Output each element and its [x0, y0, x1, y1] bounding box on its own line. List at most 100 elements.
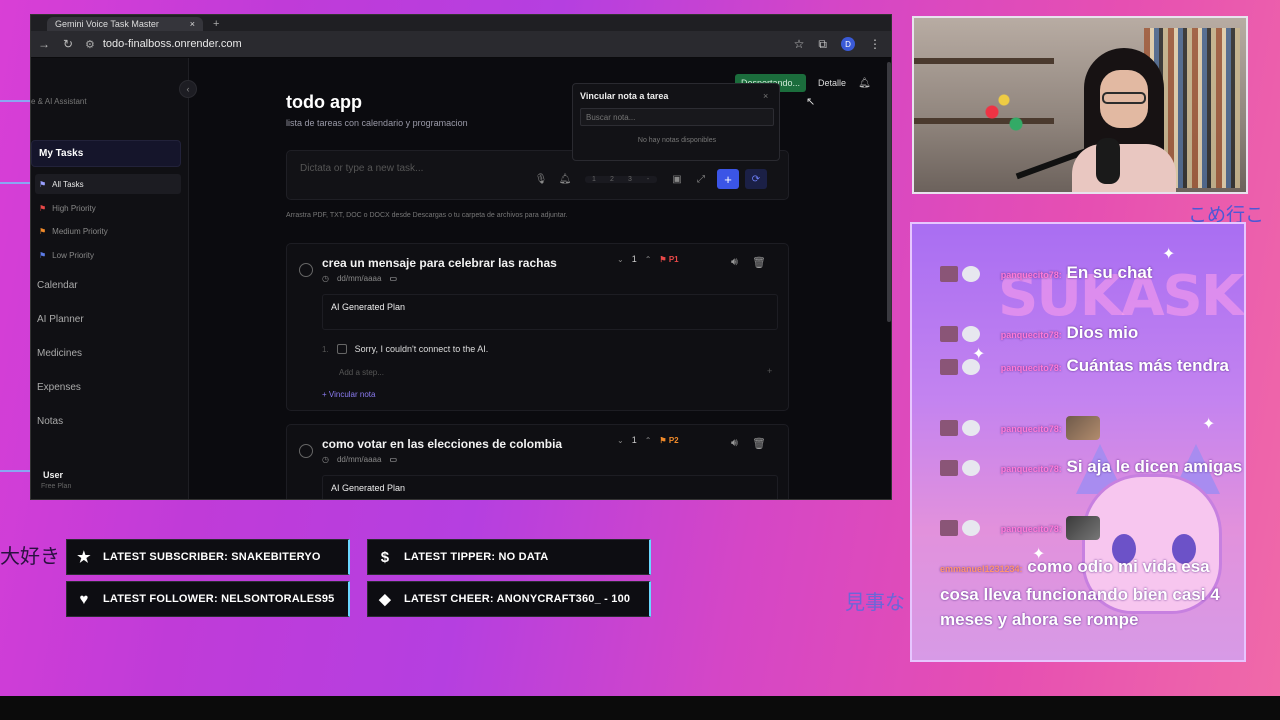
add-task-button[interactable]: +: [717, 169, 739, 189]
priority-selector[interactable]: 1 2 3 -: [585, 175, 657, 183]
trash-icon[interactable]: 🗑︎: [752, 256, 766, 269]
count-stepper[interactable]: ⌄ 1 ⌃ ⚑ P1: [617, 254, 679, 264]
chevron-up-icon[interactable]: ⌃: [645, 255, 652, 264]
task-card: crea un mensaje para celebrar las rachas…: [286, 243, 789, 411]
toys-image: [974, 88, 1034, 148]
filter-low-priority[interactable]: ⚑ Low Priority: [35, 245, 181, 265]
filter-label: Low Priority: [52, 250, 94, 260]
user-profile[interactable]: User Free Plan: [31, 470, 71, 490]
new-task-input[interactable]: Dictata or type a new task...: [300, 163, 423, 174]
calendar-icon[interactable]: ▭: [389, 274, 397, 283]
link-note-button[interactable]: + Vincular nota: [322, 390, 375, 399]
chevron-up-icon[interactable]: ⌃: [645, 436, 652, 445]
speaker-icon[interactable]: 🔊︎: [731, 437, 738, 450]
browser-window: Gemini Voice Task Master × + → ↻ ⚙ todo-…: [30, 14, 892, 500]
new-tab-icon[interactable]: +: [213, 17, 219, 31]
ai-plan-box: AI Generated Plan: [322, 294, 778, 330]
tab-close-icon[interactable]: ×: [190, 19, 195, 29]
priority-badge[interactable]: ⚑ P2: [659, 436, 678, 445]
sidebar-item-medicines[interactable]: Medicines: [37, 348, 82, 359]
priority-badge[interactable]: ⚑ P1: [659, 255, 678, 264]
filter-high-priority[interactable]: ⚑ High Priority: [35, 198, 181, 218]
mouse-cursor-icon: ↖: [806, 96, 816, 108]
complete-task-checkbox[interactable]: [299, 263, 313, 277]
site-info-icon[interactable]: ⚙: [85, 38, 95, 51]
filter-medium-priority[interactable]: ⚑ Medium Priority: [35, 221, 181, 241]
detail-button[interactable]: Detalle: [818, 78, 846, 88]
reload-icon[interactable]: ↻: [61, 37, 75, 51]
task-card: como votar en las elecciones de colombia…: [286, 424, 789, 499]
task-title[interactable]: crea un mensaje para celebrar las rachas: [322, 256, 557, 270]
bell-icon[interactable]: 🔔︎: [858, 78, 871, 89]
add-step-input[interactable]: Add a step...: [339, 368, 384, 377]
overlay-japanese-text-left: 大好き: [0, 544, 60, 568]
date-placeholder: dd/mm/aaaa: [336, 455, 382, 464]
complete-task-checkbox[interactable]: [299, 444, 313, 458]
due-date-field[interactable]: ◷ dd/mm/aaaa ▭: [322, 274, 397, 283]
task-title[interactable]: como votar en las elecciones de colombia: [322, 437, 562, 451]
link-note-popover: Vincular nota a tarea × No hay notas dis…: [572, 83, 780, 161]
sidebar-item-my-tasks[interactable]: My Tasks: [31, 140, 181, 167]
latest-cheer-alert: ◆ LATEST CHEER: ANONYCRAFT360_ - 100: [367, 581, 651, 617]
date-placeholder: dd/mm/aaaa: [336, 274, 382, 283]
alert-text: LATEST CHEER: ANONYCRAFT360_ - 100: [404, 593, 631, 605]
add-step-plus-icon[interactable]: +: [767, 366, 772, 376]
flag-icon: ⚑: [39, 179, 47, 189]
filter-all-tasks[interactable]: ⚑ All Tasks: [35, 174, 181, 194]
chat-username: panquecito78:: [1000, 330, 1062, 340]
chevron-down-icon[interactable]: ⌄: [617, 255, 624, 264]
flag-icon: ⚑: [39, 250, 47, 260]
sidebar-item-calendar[interactable]: Calendar: [37, 280, 78, 291]
due-date-field[interactable]: ◷ dd/mm/aaaa ▭: [322, 455, 397, 464]
count-stepper[interactable]: ⌄ 1 ⌃ ⚑ P2: [617, 435, 679, 445]
flag-icon: ⚑: [39, 203, 47, 213]
url-text: todo-finalboss.onrender.com: [102, 38, 242, 50]
sidebar-item-ai-planner[interactable]: AI Planner: [37, 314, 84, 325]
speaker-icon[interactable]: 🔊︎: [731, 256, 738, 269]
priority-option[interactable]: 2: [603, 176, 621, 183]
chat-emote: [1066, 515, 1101, 540]
chat-message: panquecito78: Si aja le dicen amigas: [940, 454, 1244, 482]
sidebar-item-expenses[interactable]: Expenses: [37, 382, 81, 393]
sidebar-item-notas[interactable]: Notas: [37, 416, 63, 427]
chat-message: panquecito78:: [940, 414, 1244, 442]
note-search-input[interactable]: [580, 108, 774, 126]
filter-label: All Tasks: [52, 179, 84, 189]
shelf-image: [914, 58, 1054, 64]
mic-off-icon[interactable]: 🎙︎: [529, 174, 553, 185]
chat-username: panquecito78:: [1000, 524, 1062, 534]
close-icon[interactable]: ×: [763, 91, 768, 101]
heart-icon: ♥: [79, 590, 89, 608]
filter-label: Medium Priority: [52, 226, 108, 236]
alert-text: LATEST FOLLOWER: NELSONTORALES95: [103, 593, 335, 605]
user-badges: [940, 419, 984, 437]
chat-message: emmanuel1231234: como odio mi vida esa c…: [940, 554, 1244, 632]
sync-icon[interactable]: ⟳: [745, 169, 767, 189]
expand-icon[interactable]: ⤢: [689, 174, 713, 185]
reminder-bell-icon[interactable]: 🔔︎: [553, 174, 577, 185]
priority-option[interactable]: -: [639, 176, 657, 183]
url-field[interactable]: ⚙ todo-finalboss.onrender.com: [85, 38, 784, 51]
priority-option[interactable]: 3: [621, 176, 639, 183]
chat-username: emmanuel1231234:: [940, 564, 1023, 574]
calendar-icon[interactable]: ▭: [389, 455, 397, 464]
chevron-down-icon[interactable]: ⌄: [617, 436, 624, 445]
step-text: Sorry, I couldn't connect to the AI.: [354, 344, 489, 354]
attach-icon[interactable]: ▣: [665, 174, 689, 185]
chat-username: panquecito78:: [1000, 424, 1062, 434]
dollar-icon: $: [380, 548, 390, 566]
collapse-sidebar-icon[interactable]: ‹: [179, 80, 197, 98]
trash-icon[interactable]: 🗑︎: [752, 437, 766, 450]
chat-message: panquecito78:: [940, 514, 1244, 542]
bookmark-star-icon[interactable]: ☆: [794, 37, 805, 51]
browser-tab[interactable]: Gemini Voice Task Master ×: [47, 17, 203, 31]
extensions-icon[interactable]: ⧉: [818, 37, 827, 52]
profile-avatar[interactable]: D: [841, 37, 855, 51]
priority-option[interactable]: 1: [585, 176, 603, 183]
step-checkbox[interactable]: [336, 344, 347, 354]
page-scrollbar[interactable]: [887, 62, 891, 322]
latest-tipper-alert: $ LATEST TIPPER: NO DATA: [367, 539, 651, 575]
page-title: todo app: [286, 92, 362, 112]
browser-menu-icon[interactable]: ⋮: [869, 37, 881, 51]
forward-icon[interactable]: →: [37, 37, 51, 51]
